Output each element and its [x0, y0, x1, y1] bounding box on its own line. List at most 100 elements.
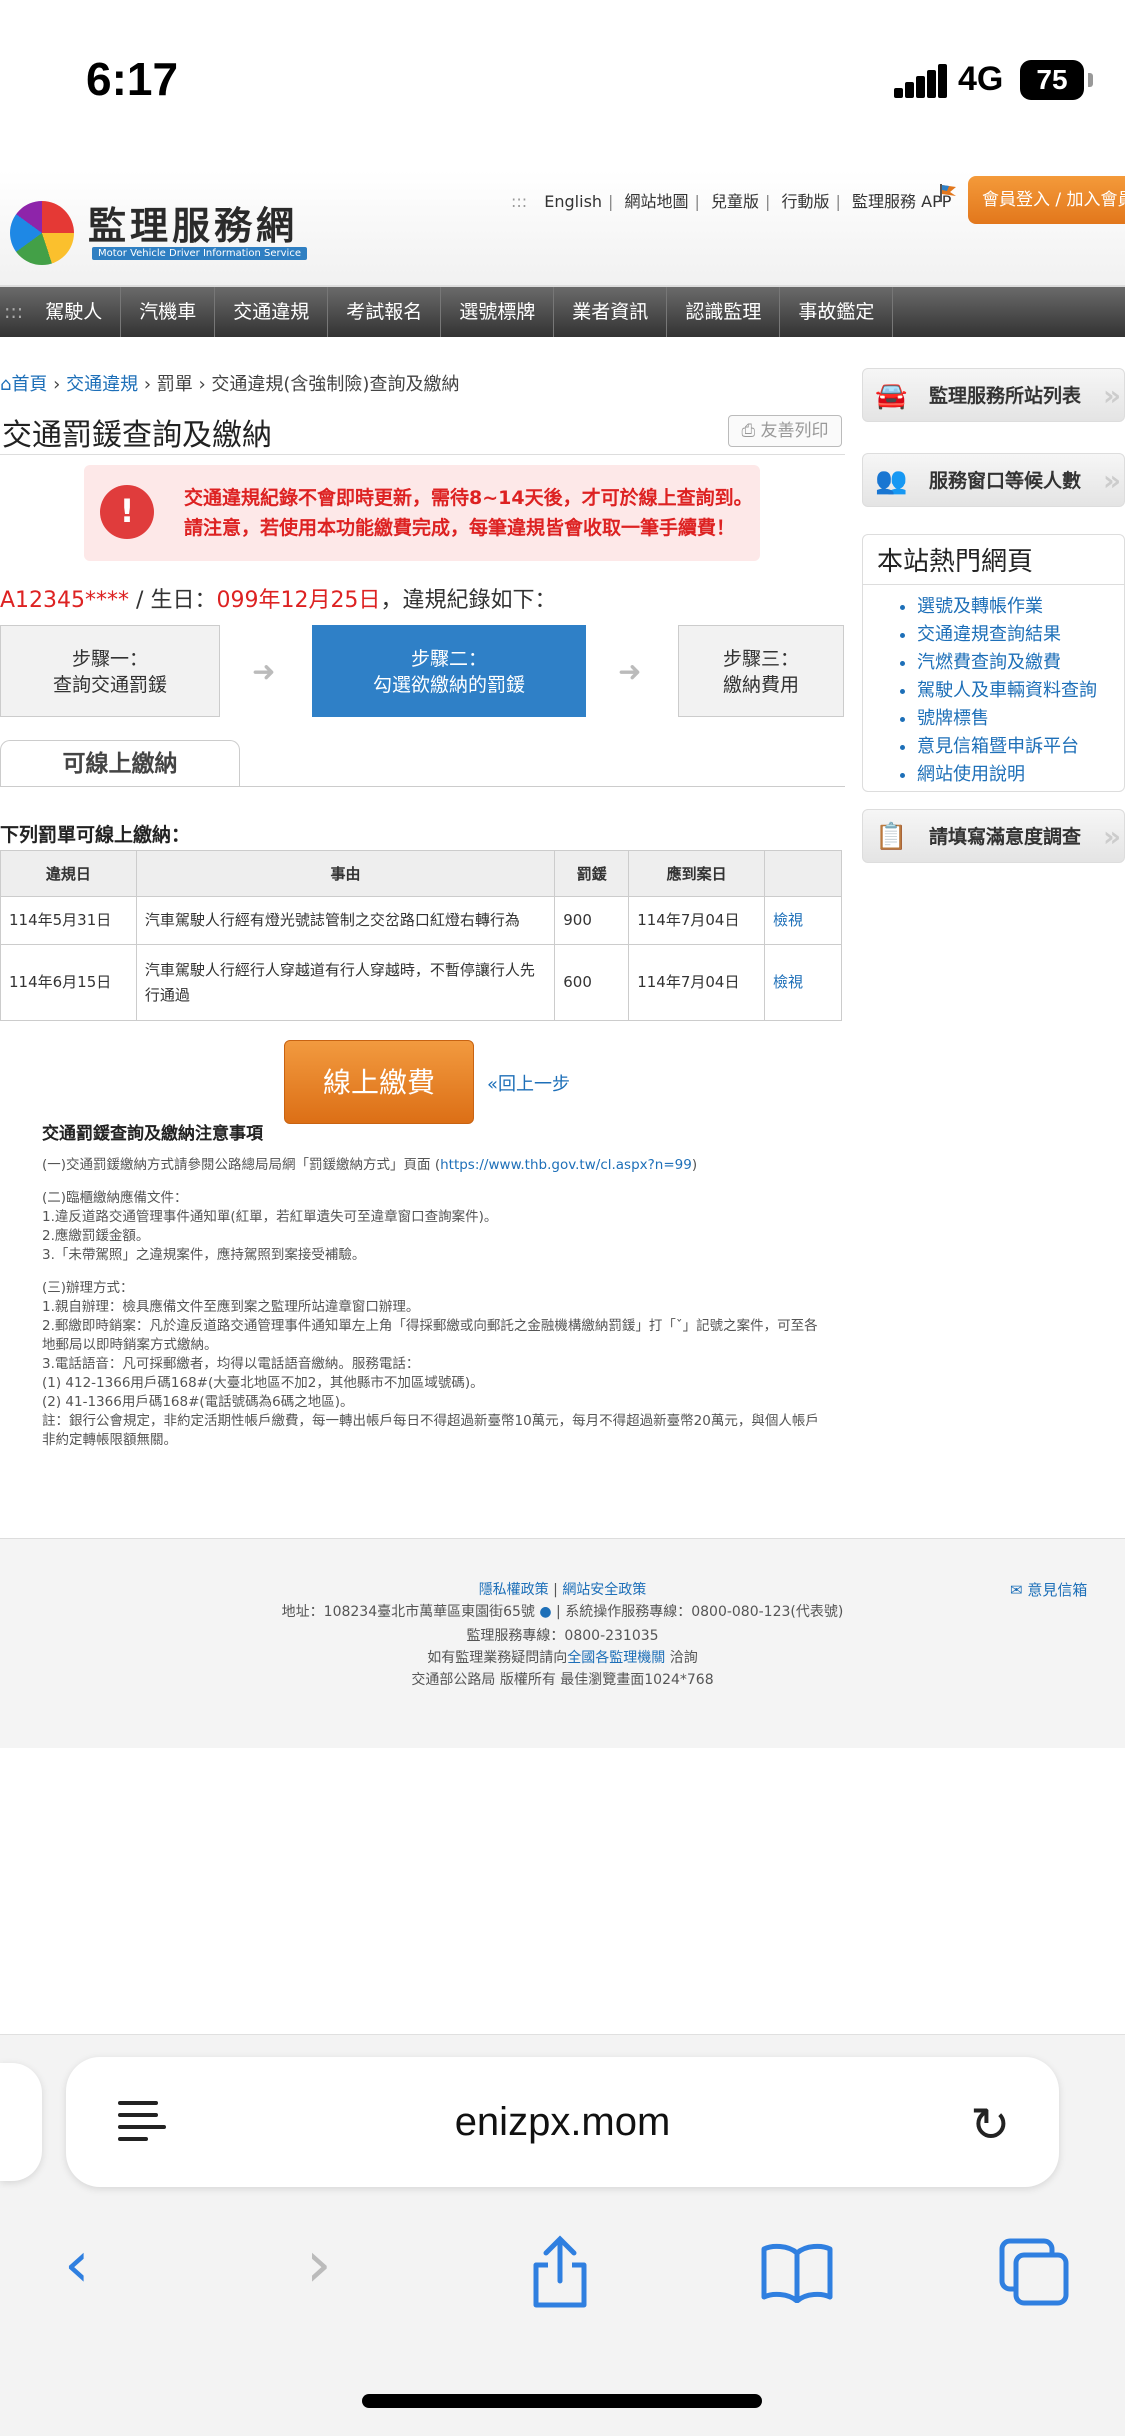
reload-icon[interactable]: ↻: [970, 2097, 1010, 2153]
security-link[interactable]: 網站安全政策: [562, 1582, 646, 1598]
breadcrumb-violation[interactable]: 交通違規: [66, 374, 138, 395]
nav-violation[interactable]: 交通違規: [215, 287, 329, 337]
tabs-icon[interactable]: [998, 2237, 1070, 2307]
popular-link[interactable]: 意見信箱暨申訴平台: [917, 733, 1124, 761]
print-button[interactable]: ⎙ 友善列印: [728, 415, 842, 447]
id-number: A12345****: [0, 588, 130, 613]
link-english[interactable]: English: [544, 192, 602, 211]
notes-line: (2) 41-1366用戶碼168#(電話號碼為6碼之地區)。: [42, 1394, 354, 1410]
fines-table: 違規日 事由 罰鍰 應到案日 114年5月31日 汽車駕駛人行經有燈光號誌管制之…: [0, 850, 842, 1021]
logo-subtitle: Motor Vehicle Driver Information Service: [92, 247, 307, 260]
home-indicator[interactable]: [362, 2394, 762, 2408]
notes-line: 2.應繳罰鍰金額。: [42, 1228, 150, 1244]
cell-date: 114年6月15日: [0, 944, 137, 1021]
popular-pages: 本站熱門網頁 選號及轉帳作業 交通違規查詢結果 汽燃費查詢及繳費 駕駛人及車輛資…: [862, 534, 1125, 792]
link-mobile[interactable]: 行動版: [782, 192, 830, 211]
id-line: A12345**** / 生日：099年12月25日，違規紀錄如下：: [0, 582, 556, 614]
cell-due: 114年7月04日: [628, 944, 766, 1021]
previous-tab-preview[interactable]: [0, 2063, 42, 2181]
popular-link[interactable]: 汽燃費查詢及繳費: [917, 649, 1124, 677]
tab-online-payable[interactable]: 可線上繳納: [0, 740, 240, 786]
popular-link[interactable]: 駕駛人及車輛資料查詢: [917, 677, 1124, 705]
notes-line: 註：銀行公會規定，非約定活期性帳戶繳費，每一轉出帳戶每日不得超過新臺幣10萬元，…: [42, 1413, 819, 1448]
nav-vehicle[interactable]: 汽機車: [121, 287, 216, 337]
privacy-link[interactable]: 隱私權政策: [479, 1582, 549, 1598]
alert-line-1: 交通違規紀錄不會即時更新，需待8~14天後，才可於線上查詢到。: [184, 487, 753, 509]
notes-p1-link[interactable]: https://www.thb.gov.tw/cl.aspx?n=99: [440, 1157, 692, 1173]
breadcrumb-ticket: 罰單: [156, 374, 193, 395]
breadcrumb-current: 交通違規(含強制險)查詢及繳納: [211, 374, 460, 395]
step-indicator: 步驟一： 查詢交通罰鍰 ➜ 步驟二： 勾選欲繳納的罰鍰 ➜ 步驟三： 繳納費用: [0, 625, 845, 717]
title-divider: [0, 454, 845, 455]
back-link[interactable]: «回上一步: [487, 1070, 570, 1096]
link-kids[interactable]: 兒童版: [711, 192, 759, 211]
bookmarks-icon[interactable]: [760, 2243, 834, 2303]
link-app[interactable]: 監理服務 APP: [852, 192, 951, 211]
url-text[interactable]: enizpx.mom: [66, 2057, 1059, 2187]
breadcrumb: ⌂首頁 › 交通違規 › 罰單 › 交通違規(含強制險)查詢及繳納: [0, 374, 460, 395]
popular-link[interactable]: 交通違規查詢結果: [917, 621, 1124, 649]
signal-icon: [894, 64, 948, 98]
nav-about[interactable]: 認識監理: [667, 287, 781, 337]
survey-label: 請填寫滿意度調查: [929, 826, 1082, 848]
view-link[interactable]: 檢視: [764, 896, 842, 945]
logo-emblem-icon: [10, 201, 74, 265]
footer-hotline: 監理服務專線：0800-231035: [466, 1628, 659, 1644]
birth-date: 099年12月25日: [216, 588, 381, 613]
notes-p1: (一)交通罰鍰繳納方式請參閱公路總局局網「罰鍰繳納方式」頁面 (https://…: [42, 1156, 822, 1175]
page-title: 交通罰鍰查詢及繳納: [2, 418, 272, 453]
site-logo[interactable]: 監理服務網 Motor Vehicle Driver Information S…: [10, 195, 310, 275]
main-nav: ::: 駕駛人 汽機車 交通違規 考試報名 選號標牌 業者資訊 認識監理 事故鑑定: [0, 285, 1125, 337]
step-1-label: 步驟一：: [71, 648, 148, 670]
view-link[interactable]: 檢視: [764, 944, 842, 1021]
location-pin-icon[interactable]: ●: [539, 1604, 551, 1620]
online-pay-button[interactable]: 線上繳費: [284, 1040, 474, 1124]
nav-accident[interactable]: 事故鑑定: [780, 287, 894, 337]
notes-line: (三)辦理方式：: [42, 1280, 134, 1296]
browser-toolbar: enizpx.mom ↻ ‹ ›: [0, 2034, 1125, 2436]
link-sitemap[interactable]: 網站地圖: [625, 192, 689, 211]
notes-p1-end: ): [691, 1157, 698, 1173]
popular-link[interactable]: 選號及轉帳作業: [917, 593, 1124, 621]
survey-button[interactable]: 📋 請填寫滿意度調查 »: [862, 809, 1125, 863]
step-3: 步驟三： 繳納費用: [678, 625, 844, 717]
id-suffix: ，違規紀錄如下：: [380, 588, 557, 613]
cell-reason: 汽車駕駛人行經有燈光號誌管制之交岔路口紅燈右轉行為: [135, 896, 556, 945]
service-station-list-button[interactable]: 🚘 監理服務所站列表 »: [862, 368, 1125, 422]
notes-p3: (三)辦理方式： 1.親自辦理：檢具應備文件至應到案之監理所站違章窗口辦理。 2…: [42, 1279, 822, 1450]
nav-business[interactable]: 業者資訊: [554, 287, 668, 337]
address-bar[interactable]: enizpx.mom ↻: [66, 2057, 1059, 2187]
forward-icon[interactable]: ›: [306, 2230, 332, 2300]
cell-date: 114年5月31日: [0, 896, 137, 945]
back-icon[interactable]: ‹: [64, 2230, 90, 2300]
login-button[interactable]: 會員登入 / 加入會員: [968, 176, 1125, 224]
notes-line: (1) 412-1366用戶碼168#(大臺北地區不加2，其他縣市不加區域號碼)…: [42, 1375, 484, 1391]
notes-line: 3.「未帶駕照」之違規案件，應持駕照到案接受補驗。: [42, 1247, 366, 1263]
agencies-link[interactable]: 全國各監理機關: [567, 1650, 665, 1666]
step-1-desc: 查詢交通罰鍰: [52, 674, 167, 696]
notes-section: 交通罰鍰查詢及繳納注意事項 (一)交通罰鍰繳納方式請參閱公路總局局網「罰鍰繳納方…: [42, 1125, 822, 1464]
mailbox-link[interactable]: ✉ 意見信箱: [1010, 1579, 1087, 1600]
notes-line: 1.違反道路交通管理事件通知單(紅單，若紅單遺失可至違章窗口查詢案件)。: [42, 1209, 498, 1225]
nav-exam[interactable]: 考試報名: [328, 287, 442, 337]
clipboard-icon: 📋: [875, 822, 908, 852]
col-fine: 罰鍰: [554, 850, 630, 897]
col-date: 違規日: [0, 850, 137, 897]
nav-plate[interactable]: 選號標牌: [441, 287, 555, 337]
print-label: 友善列印: [760, 421, 829, 441]
notes-line: 1.親自辦理：檢具應備文件至應到案之監理所站違章窗口辦理。: [42, 1299, 420, 1315]
cell-reason: 汽車駕駛人行經行人穿越道有行人穿越時，不暫停讓行人先行通過: [135, 944, 556, 1021]
nav-driver[interactable]: 駕駛人: [27, 287, 122, 337]
popular-link[interactable]: 號牌標售: [917, 705, 1124, 733]
popular-link[interactable]: 網站使用說明: [917, 761, 1124, 789]
warning-icon: !: [100, 485, 154, 539]
birth-label: / 生日：: [129, 588, 217, 613]
mail-icon: ✉: [1010, 1581, 1028, 1599]
top-links: ::: English | 網站地圖 | 兒童版 | 行動版 | 監理服務 APP: [511, 192, 952, 211]
queue-status-button[interactable]: 👥 服務窗口等候人數 »: [862, 453, 1125, 507]
share-icon[interactable]: [528, 2235, 592, 2309]
flag-icon[interactable]: [938, 182, 960, 204]
footer-address: 地址：108234臺北市萬華區東園街65號: [281, 1604, 535, 1620]
footer-inquiry-pre: 如有監理業務疑問請向: [427, 1650, 568, 1666]
breadcrumb-home[interactable]: 首頁: [11, 374, 47, 395]
